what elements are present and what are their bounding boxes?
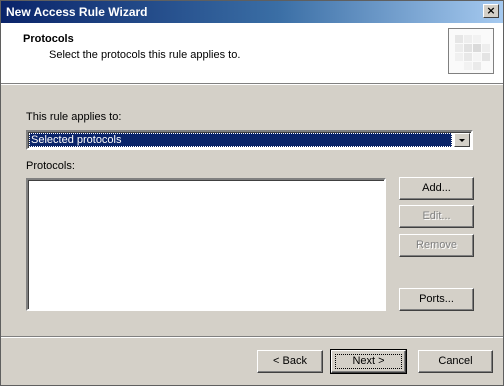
page-subtitle: Select the protocols this rule applies t… (49, 49, 241, 61)
title-bar[interactable]: New Access Rule Wizard × (1, 1, 503, 23)
footer-divider-highlight (1, 337, 503, 338)
chevron-down-icon[interactable] (454, 133, 470, 147)
applies-to-selected-value: Selected protocols (29, 133, 452, 147)
wizard-window: New Access Rule Wizard × Protocols Selec… (0, 0, 504, 386)
ports-button[interactable]: Ports... (399, 288, 474, 311)
close-button[interactable]: × (483, 4, 499, 18)
back-button[interactable]: < Back (257, 350, 323, 373)
next-button[interactable]: Next > (330, 349, 407, 374)
add-button-label: Add... (422, 182, 451, 194)
ports-button-label: Ports... (419, 293, 454, 305)
header-divider (1, 84, 503, 85)
page-title: Protocols (23, 33, 74, 45)
back-button-label: < Back (273, 355, 307, 367)
remove-button[interactable]: Remove (399, 234, 474, 257)
applies-to-label-text: This rule applies to: (26, 111, 122, 123)
protocols-label: Protocols: (26, 160, 75, 172)
cancel-button[interactable]: Cancel (418, 350, 493, 373)
applies-to-dropdown[interactable]: Selected protocols (26, 130, 473, 150)
applies-to-label: This rule applies to: (26, 111, 121, 123)
next-button-label: Next > (352, 355, 385, 367)
cancel-button-label: Cancel (438, 355, 473, 367)
remove-button-label: Remove (416, 239, 457, 251)
wizard-header: Protocols Select the protocols this rule… (1, 23, 503, 84)
add-button[interactable]: Add... (399, 177, 474, 200)
edit-button-label: Edit... (422, 210, 451, 222)
wizard-grid-icon (448, 28, 494, 74)
protocols-label-text: Protocols: (26, 160, 75, 172)
close-icon: × (486, 4, 496, 17)
window-title: New Access Rule Wizard (6, 5, 148, 19)
edit-button[interactable]: Edit... (399, 205, 474, 228)
protocols-listbox[interactable] (26, 178, 386, 311)
